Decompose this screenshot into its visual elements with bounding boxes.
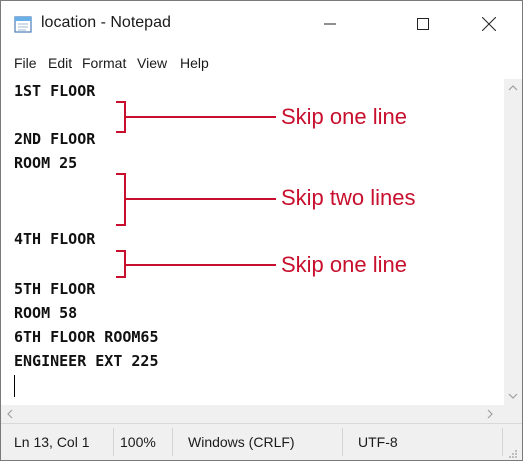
annotation-label: Skip one line (281, 104, 407, 129)
status-divider (502, 428, 503, 456)
status-divider (342, 428, 343, 456)
scroll-left-icon[interactable] (6, 409, 14, 422)
scroll-down-icon[interactable] (508, 391, 518, 403)
notepad-window: location - Notepad File Edit Format View… (0, 0, 523, 461)
menu-file[interactable]: File (14, 55, 37, 71)
status-bar: Ln 13, Col 1 100% Windows (CRLF) UTF-8 (1, 423, 522, 460)
annotation-label: Skip one line (281, 252, 407, 277)
status-divider (172, 428, 173, 456)
minimize-button[interactable] (302, 1, 358, 47)
horizontal-scrollbar[interactable] (1, 405, 504, 423)
scroll-right-icon[interactable] (486, 409, 494, 422)
annotation-bracket (116, 173, 276, 226)
zoom-level: 100% (120, 434, 156, 450)
menu-format[interactable]: Format (82, 55, 126, 71)
notepad-icon (13, 15, 33, 33)
close-icon (482, 17, 496, 31)
scrollbar-corner (504, 405, 522, 423)
minimize-icon (324, 23, 336, 25)
maximize-icon (417, 18, 429, 30)
status-divider (113, 428, 114, 456)
menu-edit[interactable]: Edit (48, 55, 72, 71)
menu-view[interactable]: View (137, 55, 167, 71)
line-ending: Windows (CRLF) (188, 434, 295, 450)
annotation-label: Skip two lines (281, 185, 416, 210)
encoding: UTF-8 (358, 434, 398, 450)
menu-bar: File Edit Format View Help (1, 51, 522, 77)
resize-grip-icon[interactable] (508, 446, 518, 460)
annotation-brackets (116, 101, 276, 278)
close-button[interactable] (461, 1, 517, 47)
scroll-up-icon[interactable] (508, 83, 518, 95)
cursor-position: Ln 13, Col 1 (14, 434, 90, 450)
annotation-bracket (116, 101, 276, 133)
vertical-scrollbar[interactable] (504, 79, 522, 405)
menu-help[interactable]: Help (180, 55, 209, 71)
annotation-bracket (116, 250, 276, 278)
maximize-button[interactable] (395, 1, 451, 47)
text-editor[interactable]: 1ST FLOOR 2ND FLOOR ROOM 25 4TH FLOOR 5T… (1, 79, 504, 405)
title-bar[interactable]: location - Notepad (1, 1, 522, 47)
window-title: location - Notepad (41, 14, 171, 31)
